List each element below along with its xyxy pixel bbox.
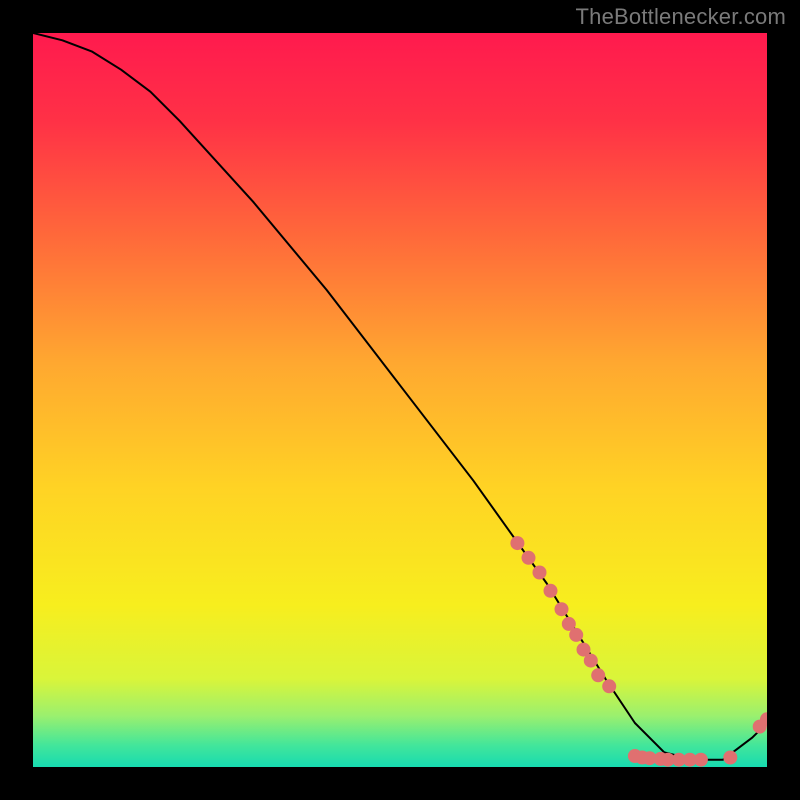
chart-background-gradient — [33, 33, 767, 767]
data-point — [694, 753, 708, 767]
chart-svg — [33, 33, 767, 767]
data-point — [584, 654, 598, 668]
data-point — [723, 751, 737, 765]
chart-plot-area — [33, 33, 767, 767]
data-point — [602, 679, 616, 693]
watermark-text: TheBottlenecker.com — [576, 4, 786, 30]
data-point — [555, 602, 569, 616]
data-point — [522, 551, 536, 565]
data-point — [591, 668, 605, 682]
data-point — [569, 628, 583, 642]
data-point — [533, 566, 547, 580]
data-point — [544, 584, 558, 598]
chart-frame: TheBottlenecker.com — [0, 0, 800, 800]
data-point — [510, 536, 524, 550]
